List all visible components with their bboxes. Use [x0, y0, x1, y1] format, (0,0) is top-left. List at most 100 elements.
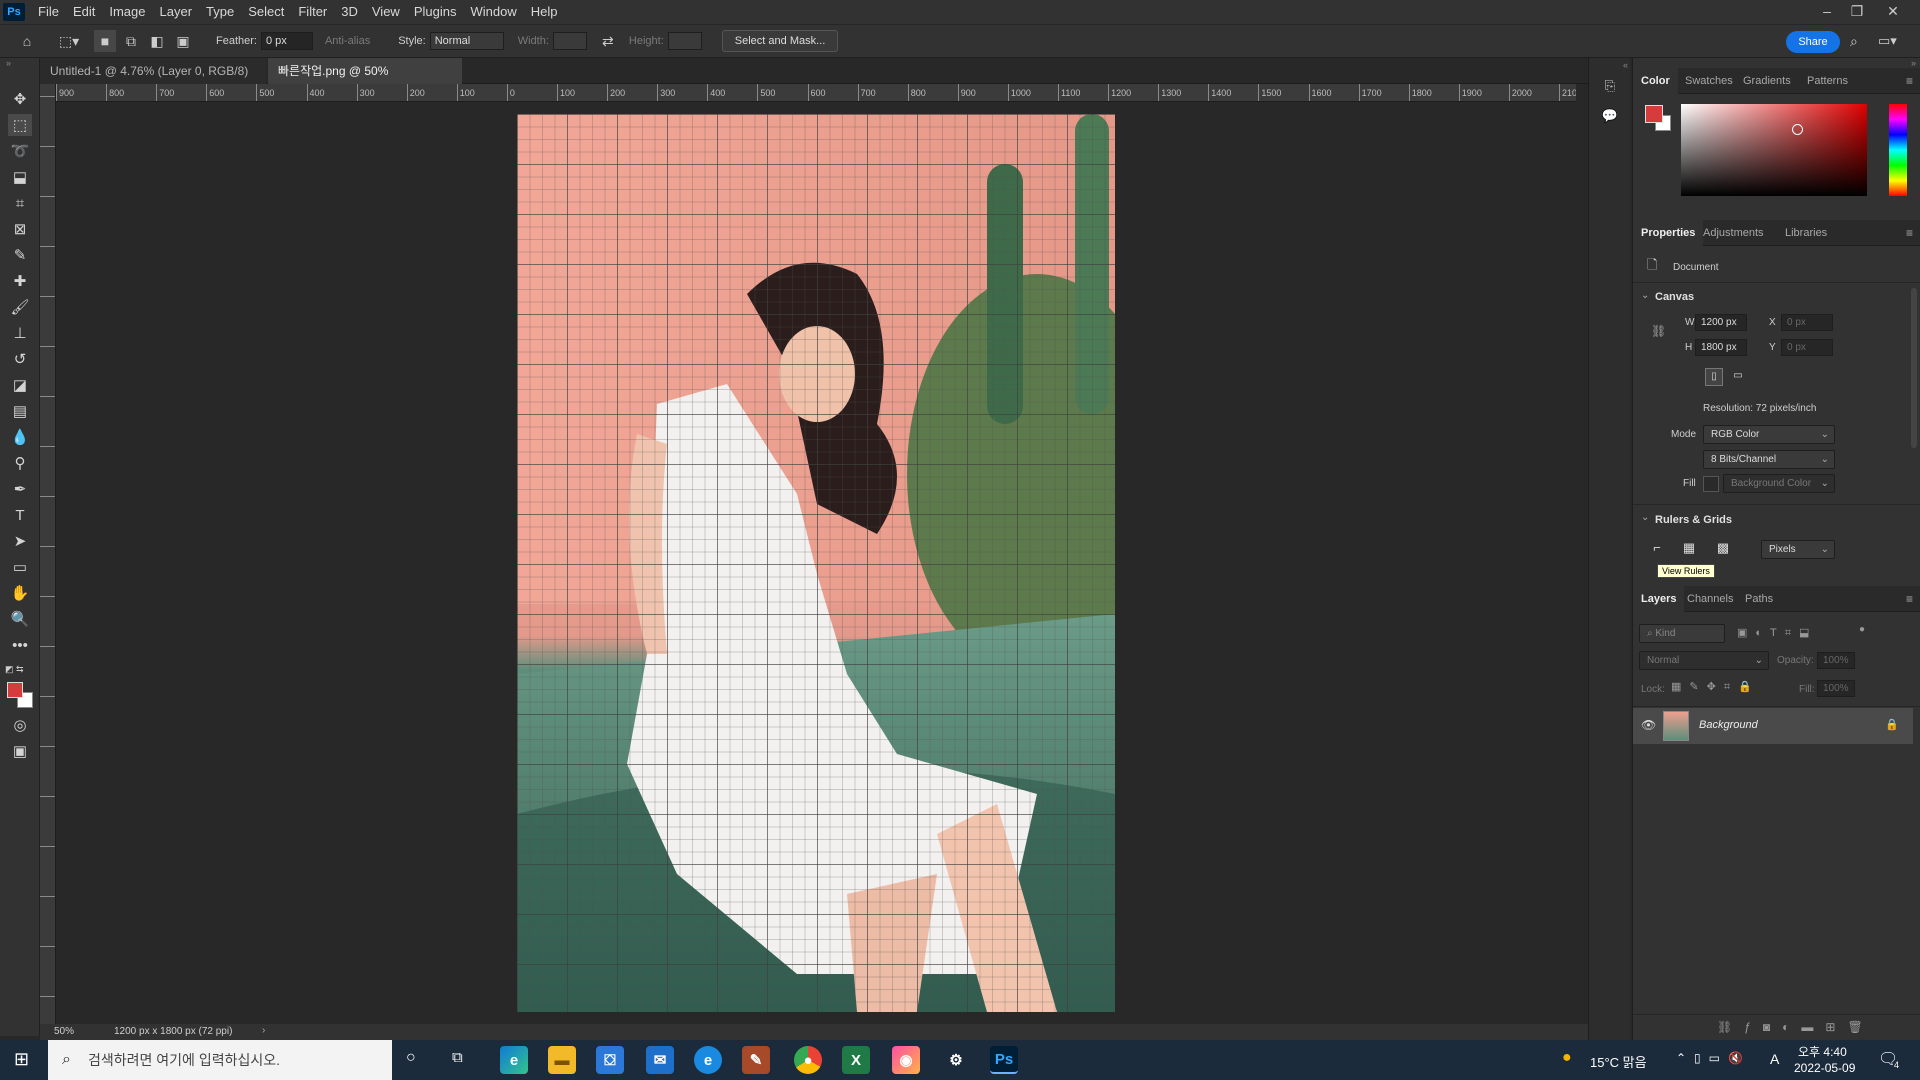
quick-mask-icon[interactable]: ◎: [8, 714, 32, 736]
canvas-area[interactable]: [56, 102, 1576, 1024]
menu-help[interactable]: Help: [524, 0, 565, 24]
menu-edit[interactable]: Edit: [66, 0, 102, 24]
move-tool-icon[interactable]: ✥: [8, 88, 32, 110]
canvas-x-input[interactable]: 0 px: [1781, 314, 1833, 331]
collapse-icon[interactable]: «: [1623, 60, 1628, 70]
share-button[interactable]: Share: [1786, 31, 1840, 53]
workspace-icon[interactable]: ▭▾: [1878, 33, 1897, 49]
menu-view[interactable]: View: [365, 0, 407, 24]
path-select-tool-icon[interactable]: ➤: [8, 530, 32, 552]
frame-tool-icon[interactable]: ⊠: [8, 218, 32, 240]
weather-icon[interactable]: ●: [1562, 1049, 1572, 1067]
eye-icon[interactable]: 👁: [1641, 718, 1656, 732]
new-selection-icon[interactable]: ■: [94, 30, 116, 52]
landscape-orientation-icon[interactable]: ▭: [1729, 368, 1747, 386]
windows-start-icon[interactable]: ⊞: [14, 1049, 29, 1070]
menu-window[interactable]: Window: [463, 0, 523, 24]
color-field[interactable]: [1681, 104, 1867, 196]
expand-icon[interactable]: »: [1911, 58, 1916, 68]
chevron-down-icon[interactable]: ⌄: [1641, 290, 1649, 301]
panel-menu-icon[interactable]: ≡: [1906, 226, 1913, 240]
swap-dimensions-icon[interactable]: ⇄: [597, 30, 619, 52]
minimize-icon[interactable]: –: [1812, 0, 1842, 24]
document-image[interactable]: [517, 114, 1115, 1012]
status-arrow-icon[interactable]: ›: [262, 1025, 265, 1036]
tab-patterns[interactable]: Patterns: [1799, 68, 1856, 94]
fill-swatch[interactable]: [1703, 476, 1719, 492]
chrome-icon[interactable]: ●: [794, 1046, 822, 1074]
menu-image[interactable]: Image: [102, 0, 152, 24]
rectangle-tool-icon[interactable]: ▭: [8, 556, 32, 578]
photoshop-taskbar-icon[interactable]: Ps: [990, 1046, 1018, 1074]
internet-explorer-icon[interactable]: e: [694, 1046, 722, 1074]
filter-toggle-icon[interactable]: ●: [1859, 624, 1865, 635]
select-and-mask-button[interactable]: Select and Mask...: [721, 30, 839, 52]
mail-icon[interactable]: ✉: [646, 1046, 674, 1074]
layer-filter-kind[interactable]: ⌕ Kind: [1639, 624, 1725, 643]
tab-swatches[interactable]: Swatches: [1677, 68, 1741, 94]
tab-properties[interactable]: Properties: [1633, 220, 1704, 246]
foreground-color-swatch[interactable]: [1645, 105, 1663, 123]
menu-layer[interactable]: Layer: [153, 0, 200, 24]
menu-plugins[interactable]: Plugins: [407, 0, 464, 24]
portrait-orientation-icon[interactable]: ▯: [1705, 368, 1723, 386]
grid-icon[interactable]: ▦: [1679, 540, 1699, 560]
tab-adjustments[interactable]: Adjustments: [1695, 220, 1772, 246]
photo-app-icon[interactable]: ◉: [892, 1046, 920, 1074]
canvas-y-input[interactable]: 0 px: [1781, 339, 1833, 356]
close-icon[interactable]: ✕: [1878, 0, 1908, 24]
panel-menu-icon[interactable]: ≡: [1906, 74, 1913, 88]
menu-filter[interactable]: Filter: [291, 0, 334, 24]
lock-icon[interactable]: 🔒: [1885, 718, 1899, 731]
guides-icon[interactable]: ▩: [1713, 540, 1733, 560]
height-input[interactable]: [667, 32, 702, 50]
object-select-tool-icon[interactable]: ⬓: [8, 166, 32, 188]
antialias-checkbox[interactable]: Anti-alias: [325, 35, 370, 47]
tab-paths[interactable]: Paths: [1737, 586, 1781, 612]
taskbar-search-input[interactable]: ⌕ 검색하려면 여기에 입력하십시오.: [48, 1040, 392, 1080]
zoom-tool-icon[interactable]: 🔍: [8, 608, 32, 630]
weather-text[interactable]: 15°C 맑음: [1590, 1052, 1647, 1071]
clock-date[interactable]: 2022-05-09: [1794, 1061, 1855, 1075]
tray-icons[interactable]: ⌃▯▭🔇: [1676, 1051, 1751, 1065]
comments-panel-icon[interactable]: 💬: [1597, 108, 1623, 130]
menu-select[interactable]: Select: [241, 0, 291, 24]
tab-libraries[interactable]: Libraries: [1777, 220, 1835, 246]
tab-channels[interactable]: Channels: [1679, 586, 1741, 612]
gradient-tool-icon[interactable]: ▤: [8, 400, 32, 422]
scrollbar[interactable]: [1911, 288, 1917, 448]
search-icon[interactable]: ⌕: [1850, 33, 1858, 50]
cortana-icon[interactable]: ○: [406, 1049, 416, 1067]
healing-tool-icon[interactable]: ✚: [8, 270, 32, 292]
task-view-icon[interactable]: ⧉: [452, 1049, 463, 1066]
intersect-selection-icon[interactable]: ▣: [172, 30, 194, 52]
restore-icon[interactable]: ❐: [1842, 0, 1872, 24]
marquee-preset-icon[interactable]: ⬚▾: [58, 30, 80, 52]
layer-filter-icons[interactable]: ▣◐T⌗⬓: [1737, 626, 1817, 640]
chevron-down-icon[interactable]: ⌄: [1641, 512, 1649, 523]
color-picker-handle[interactable]: [1792, 124, 1803, 135]
subtract-selection-icon[interactable]: ◧: [146, 30, 168, 52]
menu-file[interactable]: File: [31, 0, 66, 24]
canvas-section-title[interactable]: Canvas: [1655, 291, 1694, 303]
settings-icon[interactable]: ⚙: [942, 1046, 970, 1074]
bit-depth-select[interactable]: 8 Bits/Channel ⌄: [1703, 450, 1835, 469]
dodge-tool-icon[interactable]: ⚲: [8, 452, 32, 474]
mode-select[interactable]: RGB Color ⌄: [1703, 425, 1835, 444]
opacity-input[interactable]: 100%: [1817, 652, 1855, 669]
collapse-icon[interactable]: »: [6, 58, 11, 68]
eyedropper-tool-icon[interactable]: ✎: [8, 244, 32, 266]
hue-slider[interactable]: [1889, 104, 1907, 196]
link-icon[interactable]: ⛓: [1651, 324, 1666, 338]
width-input[interactable]: [552, 32, 587, 50]
tab-gradients[interactable]: Gradients: [1735, 68, 1799, 94]
crop-tool-icon[interactable]: ⌗: [8, 192, 32, 214]
store-icon[interactable]: ⛋: [596, 1046, 624, 1074]
blur-tool-icon[interactable]: 💧: [8, 426, 32, 448]
fill-select[interactable]: Background Color ⌄: [1723, 474, 1835, 493]
tab-color[interactable]: Color: [1633, 68, 1678, 94]
default-colors-icon[interactable]: ◩ ⇆: [5, 664, 24, 675]
canvas-width-input[interactable]: 1200 px: [1695, 314, 1747, 331]
lock-icons[interactable]: ▦✎✥⌗🔒: [1671, 680, 1760, 694]
tab-untitled-1[interactable]: Untitled-1 @ 4.76% (Layer 0, RGB/8) *×: [40, 58, 266, 104]
